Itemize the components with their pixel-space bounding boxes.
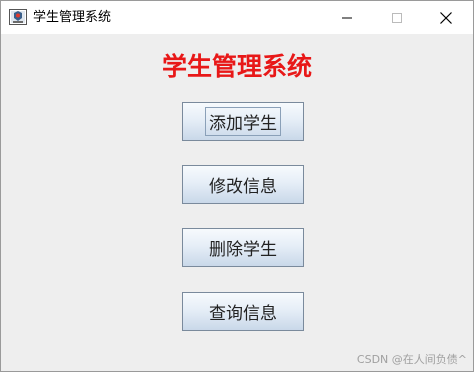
add-student-button[interactable]: 添加学生	[182, 102, 304, 141]
close-button[interactable]	[423, 1, 469, 34]
delete-student-button[interactable]: 删除学生	[182, 228, 304, 267]
watermark: CSDN @在人间负债^	[356, 353, 467, 366]
main-panel: 学生管理系统 添加学生 修改信息 删除学生 查询信息 CSDN @在人间负债^	[1, 34, 473, 371]
page-title: 学生管理系统	[161, 52, 312, 81]
app-window: 学生管理系统 学生管理系统 添加学生 修改信息 删除学生 查询信息 CSDN @…	[0, 0, 474, 372]
close-icon	[440, 11, 452, 24]
modify-info-button[interactable]: 修改信息	[182, 165, 304, 204]
add-student-label: 添加学生	[205, 107, 281, 136]
query-info-button[interactable]: 查询信息	[182, 292, 304, 331]
title-bar[interactable]: 学生管理系统	[1, 1, 473, 34]
window-title: 学生管理系统	[33, 10, 112, 25]
query-info-label: 查询信息	[209, 304, 277, 324]
delete-student-label: 删除学生	[209, 240, 277, 260]
maximize-icon	[392, 12, 402, 23]
minimize-icon	[342, 17, 352, 18]
minimize-button[interactable]	[324, 1, 370, 34]
modify-info-label: 修改信息	[209, 177, 277, 197]
maximize-button[interactable]	[374, 1, 420, 34]
java-app-icon	[9, 9, 27, 25]
